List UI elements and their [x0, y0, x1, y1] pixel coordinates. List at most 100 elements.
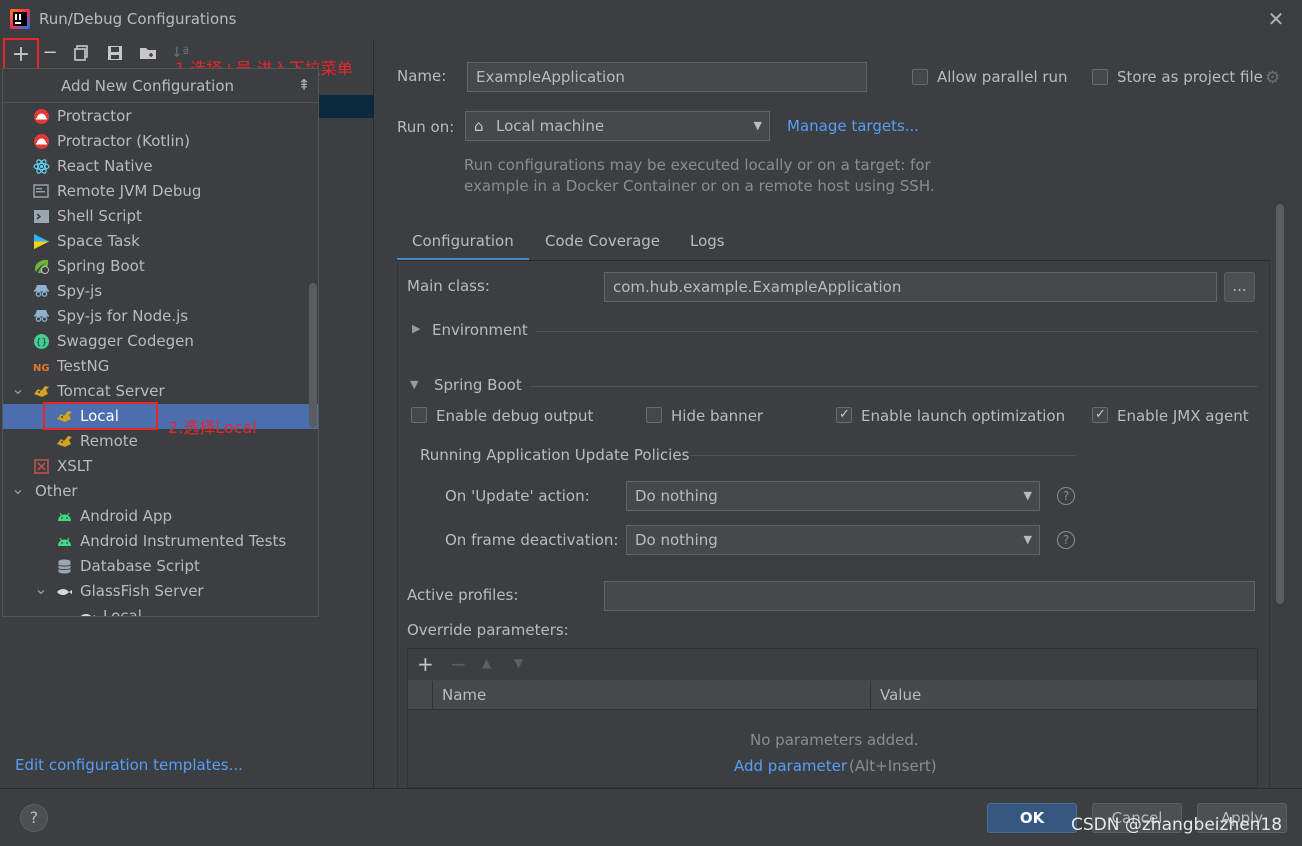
space-task-icon	[33, 233, 50, 250]
list-item[interactable]: Remote JVM Debug	[3, 179, 318, 204]
list-item[interactable]: React Native	[3, 154, 318, 179]
active-profiles-input[interactable]	[604, 581, 1255, 611]
close-icon[interactable]: ✕	[1266, 8, 1286, 30]
run-on-value: Local machine	[496, 117, 605, 135]
list-item[interactable]: {} Swagger Codegen	[3, 329, 318, 354]
remove-configuration-button[interactable]: −	[38, 41, 62, 65]
list-item[interactable]: Spy-js	[3, 279, 318, 304]
minus-icon: −	[42, 42, 58, 63]
remove-param-icon[interactable]: −	[450, 652, 467, 676]
list-item[interactable]: Spring Boot	[3, 254, 318, 279]
list-item-label: Remote JVM Debug	[57, 182, 202, 200]
list-item-label: Local	[103, 607, 142, 617]
annotation-step-2: 2.选择Local	[168, 418, 257, 437]
tab-divider	[396, 260, 1270, 261]
spring-boot-section-toggle[interactable]: Spring Boot	[434, 376, 522, 394]
store-project-checkbox[interactable]	[1092, 69, 1108, 85]
list-item[interactable]: ⌄ Other	[3, 479, 318, 504]
plus-icon: +	[11, 42, 31, 67]
collapse-all-icon[interactable]: ⇞	[295, 76, 313, 96]
list-item[interactable]: XSLT	[3, 454, 318, 479]
store-project-label: Store as project file	[1117, 68, 1263, 86]
chevron-down-icon[interactable]: ⌄	[11, 476, 25, 501]
on-update-value: Do nothing	[635, 487, 718, 505]
enable-debug-checkbox[interactable]	[411, 407, 427, 423]
list-item-label: Swagger Codegen	[57, 332, 194, 350]
enable-debug-label: Enable debug output	[436, 407, 594, 425]
intellij-app-icon	[10, 9, 30, 29]
tab-configuration[interactable]: Configuration	[397, 223, 529, 261]
chevron-down-icon[interactable]: ⌄	[11, 376, 25, 401]
help-button[interactable]: ?	[20, 804, 48, 832]
list-item-label: Other	[35, 482, 78, 500]
add-param-icon[interactable]: +	[417, 652, 434, 676]
list-item-label: Protractor	[57, 107, 132, 125]
list-item[interactable]: Android Instrumented Tests	[3, 529, 318, 554]
move-down-icon[interactable]: ▼	[514, 656, 523, 670]
allow-parallel-checkbox[interactable]	[912, 69, 928, 85]
on-update-select[interactable]: Do nothing ▼	[626, 481, 1040, 511]
override-params-label: Override parameters:	[407, 621, 569, 639]
gear-icon[interactable]: ⚙	[1265, 68, 1280, 88]
list-item-label: Remote	[80, 432, 138, 450]
policies-separator	[690, 455, 1076, 456]
browse-main-class-button[interactable]: ...	[1224, 272, 1255, 302]
on-frame-select[interactable]: Do nothing ▼	[626, 525, 1040, 555]
save-configuration-button[interactable]	[103, 41, 127, 65]
list-item[interactable]: Database Script	[3, 554, 318, 579]
list-item[interactable]: Remote	[3, 429, 318, 454]
list-item-label: Android App	[80, 507, 173, 525]
run-on-select[interactable]: ⌂ Local machine ▼	[465, 111, 770, 141]
spy-js-icon	[33, 308, 50, 325]
main-class-input[interactable]: com.hub.example.ExampleApplication	[604, 272, 1217, 302]
ok-button[interactable]: OK	[987, 803, 1077, 833]
on-frame-value: Do nothing	[635, 531, 718, 549]
table-header	[408, 680, 1257, 710]
help-icon[interactable]: ?	[1057, 531, 1075, 549]
manage-targets-link[interactable]: Manage targets...	[787, 117, 919, 135]
tab-logs[interactable]: Logs	[675, 223, 740, 261]
list-item[interactable]: Protractor (Kotlin)	[3, 129, 318, 154]
testng-icon: NG	[33, 358, 50, 375]
tab-code-coverage[interactable]: Code Coverage	[530, 223, 675, 261]
enable-jmx-checkbox[interactable]	[1092, 407, 1108, 423]
list-item[interactable]: Spy-js for Node.js	[3, 304, 318, 329]
glassfish-icon	[79, 608, 96, 616]
hide-banner-checkbox[interactable]	[646, 407, 662, 423]
list-item[interactable]: Protractor	[3, 104, 318, 129]
list-item-label: GlassFish Server	[80, 582, 204, 600]
copy-configuration-button[interactable]	[70, 41, 94, 65]
chevron-down-icon: ▼	[410, 378, 419, 391]
annotation-local-highlight	[43, 402, 158, 430]
help-icon[interactable]: ?	[1057, 487, 1075, 505]
list-item[interactable]: Shell Script	[3, 204, 318, 229]
move-up-icon[interactable]: ▲	[482, 656, 491, 670]
add-parameter-link[interactable]: Add parameter	[734, 757, 847, 775]
list-item[interactable]: Space Task	[3, 229, 318, 254]
name-input[interactable]: ExampleApplication	[467, 62, 867, 92]
list-item[interactable]: Android App	[3, 504, 318, 529]
selected-config-strip	[319, 95, 374, 118]
name-label: Name:	[397, 67, 447, 85]
list-item-label: Shell Script	[57, 207, 142, 225]
popup-title: Add New Configuration	[61, 77, 235, 95]
chevron-down-icon[interactable]: ⌄	[34, 576, 48, 601]
popup-scrollbar[interactable]	[309, 283, 317, 428]
main-class-label: Main class:	[407, 277, 490, 295]
edit-configuration-templates-link[interactable]: Edit configuration templates...	[15, 756, 243, 774]
enable-jmx-label: Enable JMX agent	[1117, 407, 1249, 425]
list-item[interactable]: Local	[3, 604, 318, 617]
list-item[interactable]: ⌄ Tomcat Server	[3, 379, 318, 404]
list-item[interactable]: ⌄ GlassFish Server	[3, 579, 318, 604]
new-folder-button[interactable]	[136, 41, 160, 65]
column-name-header[interactable]: Name	[442, 686, 486, 704]
panel-scrollbar[interactable]	[1276, 204, 1284, 604]
window-title: Run/Debug Configurations	[39, 10, 237, 28]
column-value-header[interactable]: Value	[880, 686, 921, 704]
environment-section-toggle[interactable]: Environment	[432, 321, 528, 339]
environment-separator	[535, 331, 1258, 332]
list-item-label: Database Script	[80, 557, 200, 575]
list-item[interactable]: NG TestNG	[3, 354, 318, 379]
enable-launch-checkbox[interactable]	[836, 407, 852, 423]
tomcat-icon	[56, 433, 73, 450]
